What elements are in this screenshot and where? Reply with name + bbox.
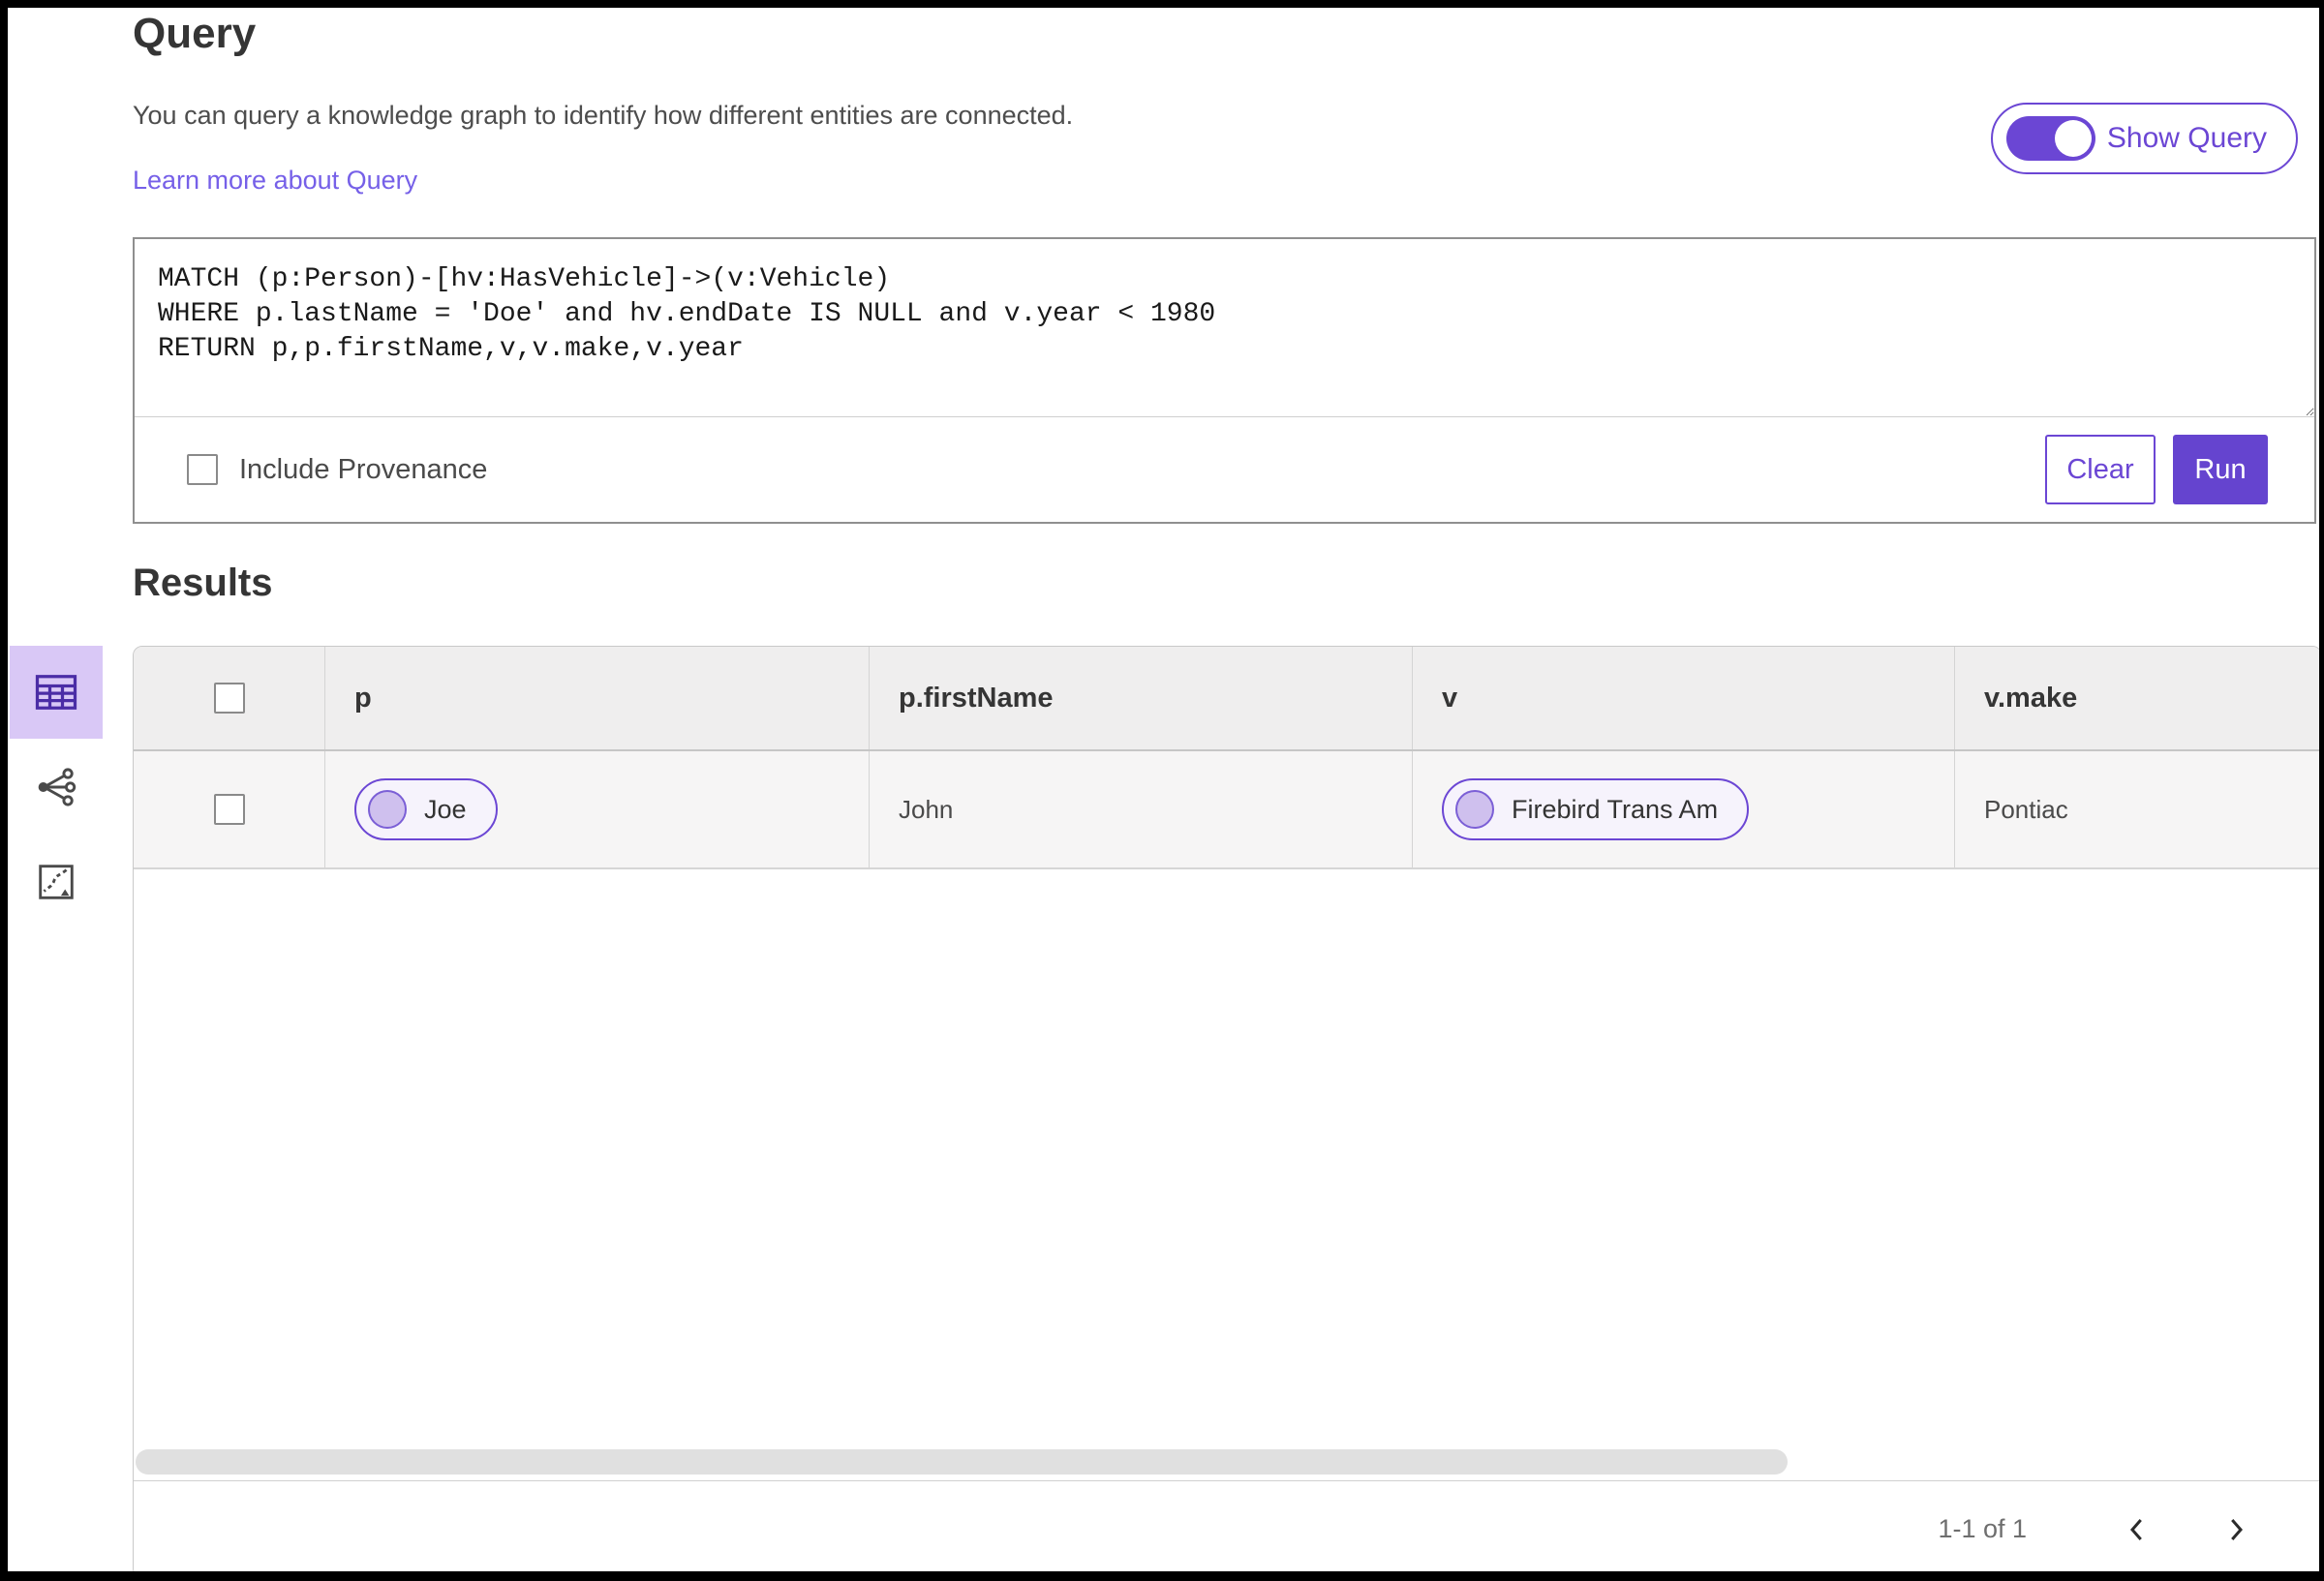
select-all-checkbox[interactable] xyxy=(213,683,245,714)
query-controls: Include Provenance Clear Run xyxy=(135,417,2314,522)
table-pagination: 1-1 of 1 xyxy=(134,1480,2319,1571)
table-header-row: p p.firstName v v.make xyxy=(134,647,2319,751)
cell-text-firstname: John xyxy=(899,794,954,824)
column-header-p[interactable]: p xyxy=(325,647,870,749)
entity-pill-vehicle[interactable]: Firebird Trans Am xyxy=(1442,778,1750,840)
page-title: Query xyxy=(133,10,257,57)
table-view-button[interactable] xyxy=(10,646,103,739)
include-provenance-option[interactable]: Include Provenance xyxy=(187,454,487,486)
chevron-right-icon xyxy=(2231,1518,2243,1540)
cell-text-make: Pontiac xyxy=(1984,794,2068,824)
page-description: You can query a knowledge graph to ident… xyxy=(133,101,1074,130)
entity-node-icon xyxy=(368,790,407,829)
include-provenance-label: Include Provenance xyxy=(239,453,488,485)
table-icon xyxy=(35,675,77,710)
entity-node-icon xyxy=(1455,790,1494,829)
row-checkbox-cell xyxy=(134,751,325,867)
cell-v-make: Pontiac xyxy=(1955,751,2319,867)
map-icon xyxy=(39,865,74,899)
cell-p: Joe xyxy=(325,751,870,867)
toggle-knob xyxy=(2054,120,2092,157)
horizontal-scrollbar-track xyxy=(134,1447,2319,1480)
column-header-v-make[interactable]: v.make xyxy=(1955,647,2319,749)
map-view-button[interactable] xyxy=(10,836,103,928)
toggle-switch-on[interactable] xyxy=(2005,116,2095,161)
column-header-p-firstname[interactable]: p.firstName xyxy=(870,647,1413,749)
cell-v: Firebird Trans Am xyxy=(1413,751,1955,867)
column-header-v[interactable]: v xyxy=(1413,647,1955,749)
entity-pill-person[interactable]: Joe xyxy=(354,778,498,840)
horizontal-scrollbar-thumb[interactable] xyxy=(136,1449,1788,1475)
pagination-range-label: 1-1 of 1 xyxy=(1938,1514,2027,1543)
query-code-input[interactable]: MATCH (p:Person)-[hv:HasVehicle]->(v:Veh… xyxy=(135,239,2314,417)
clear-button[interactable]: Clear xyxy=(2045,435,2156,504)
learn-more-link[interactable]: Learn more about Query xyxy=(133,166,417,196)
entity-pill-label: Joe xyxy=(424,794,467,824)
cell-p-firstname: John xyxy=(870,751,1413,867)
table-empty-area xyxy=(134,869,2319,1447)
results-view-rail xyxy=(10,646,103,928)
next-page-button[interactable] xyxy=(2209,1503,2263,1557)
entity-pill-label: Firebird Trans Am xyxy=(1512,794,1719,824)
results-table: p p.firstName v v.make Joe John Firebird… xyxy=(133,646,2319,1571)
query-page: Query You can query a knowledge graph to… xyxy=(8,8,2319,1571)
show-query-toggle[interactable]: Show Query xyxy=(1990,103,2298,174)
link-chart-icon xyxy=(38,768,76,806)
row-select-checkbox[interactable] xyxy=(213,794,245,825)
table-row: Joe John Firebird Trans Am Pontiac xyxy=(134,751,2319,869)
header-checkbox-cell xyxy=(134,647,325,749)
show-query-label: Show Query xyxy=(2106,122,2267,154)
previous-page-button[interactable] xyxy=(2110,1503,2164,1557)
run-button[interactable]: Run xyxy=(2173,435,2268,504)
results-title: Results xyxy=(133,562,273,604)
link-chart-view-button[interactable] xyxy=(10,741,103,834)
query-editor: MATCH (p:Person)-[hv:HasVehicle]->(v:Veh… xyxy=(133,237,2316,524)
include-provenance-checkbox[interactable] xyxy=(187,454,218,485)
chevron-left-icon xyxy=(2130,1518,2142,1540)
